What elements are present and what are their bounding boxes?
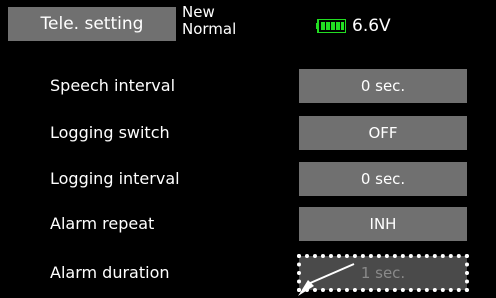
screen-title-tab[interactable]: Tele. setting xyxy=(8,7,176,41)
logging-interval-button[interactable]: 0 sec. xyxy=(299,162,467,196)
stylus-pointer-icon xyxy=(298,263,355,296)
battery-status: 6.6V xyxy=(316,14,436,38)
logging-switch-label: Logging switch xyxy=(50,123,170,142)
model-name: New Normal xyxy=(182,4,236,38)
logging-interval-label: Logging interval xyxy=(50,169,180,188)
speech-interval-button[interactable]: 0 sec. xyxy=(299,69,467,103)
setting-row-alarm-repeat: Alarm repeat INH xyxy=(0,207,496,241)
header-bar: Tele. setting New Normal 6.6V xyxy=(0,0,496,48)
alarm-repeat-label: Alarm repeat xyxy=(50,214,155,233)
setting-row-logging-interval: Logging interval 0 sec. xyxy=(0,162,496,196)
alarm-duration-label: Alarm duration xyxy=(50,263,170,282)
model-name-line2: Normal xyxy=(182,20,237,38)
setting-row-logging-switch: Logging switch OFF xyxy=(0,116,496,150)
logging-switch-button[interactable]: OFF xyxy=(299,116,467,150)
model-name-line1: New xyxy=(182,3,215,21)
battery-full-icon xyxy=(316,19,346,33)
speech-interval-label: Speech interval xyxy=(50,76,176,95)
battery-voltage: 6.6V xyxy=(352,16,391,36)
setting-row-speech-interval: Speech interval 0 sec. xyxy=(0,69,496,103)
alarm-repeat-button[interactable]: INH xyxy=(299,207,467,241)
setting-row-alarm-duration: Alarm duration 1 sec. xyxy=(0,256,496,290)
